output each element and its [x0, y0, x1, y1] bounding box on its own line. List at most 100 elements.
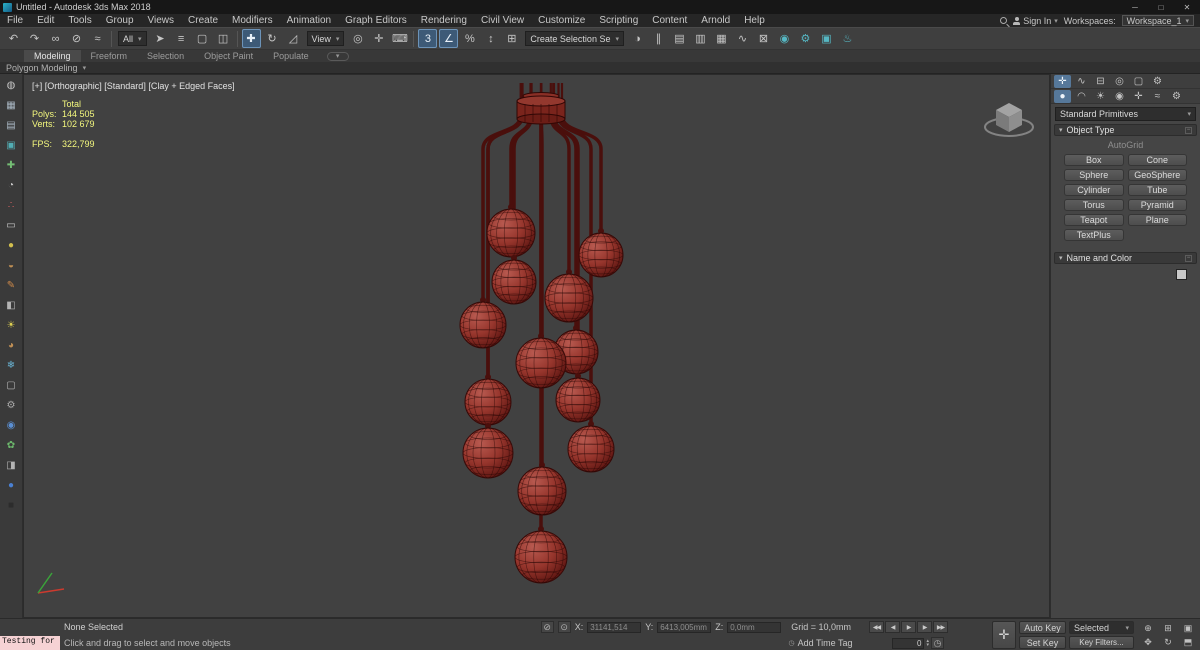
frame-icon[interactable]: ▢ — [3, 377, 20, 394]
ribbon-tab[interactable]: Populate — [263, 50, 319, 62]
menu-item[interactable]: Rendering — [414, 14, 474, 27]
sphere-button[interactable]: Sphere — [1064, 169, 1124, 181]
menu-item[interactable]: Civil View — [474, 14, 531, 27]
zoom-icon[interactable]: ⊕ — [1138, 621, 1158, 635]
snowflake-icon[interactable]: ❄ — [3, 357, 20, 374]
autogrid-checkbox[interactable]: AutoGrid — [1054, 136, 1197, 152]
layer-explorer-icon[interactable]: ▥ — [691, 29, 710, 48]
menu-item[interactable]: Create — [181, 14, 225, 27]
maxscript-mini-listener[interactable]: Testing for ; — [0, 636, 60, 650]
set-keys-button[interactable]: ✛ — [992, 621, 1016, 649]
menu-item[interactable]: Arnold — [694, 14, 737, 27]
key-filters-button[interactable]: Key Filters... — [1069, 636, 1134, 649]
material-editor-icon[interactable]: ◉ — [775, 29, 794, 48]
select-and-link-icon[interactable]: ∞ — [46, 29, 65, 48]
shapes-category[interactable]: ◠ — [1073, 90, 1090, 103]
object-color-swatch[interactable] — [1176, 269, 1187, 280]
go-to-end-icon[interactable]: ▶▶ — [933, 621, 948, 633]
yellow-sphere-icon[interactable]: ● — [3, 237, 20, 254]
key-filter-selected-dropdown[interactable]: Selected ▾ — [1069, 621, 1134, 634]
object-type-rollout[interactable]: ▾ Object Type − — [1054, 124, 1197, 136]
zoom-all-icon[interactable]: ⊞ — [1158, 621, 1178, 635]
menu-item[interactable]: Modifiers — [225, 14, 280, 27]
menu-item[interactable]: Help — [737, 14, 772, 27]
modify-tab[interactable]: ∿ — [1073, 75, 1090, 88]
x-coordinate-field[interactable]: 31141,514 — [587, 621, 642, 633]
zoom-extents-icon[interactable]: ▣ — [1178, 621, 1198, 635]
ribbon-tab[interactable]: Selection — [137, 50, 194, 62]
menu-item[interactable]: File — [0, 14, 30, 27]
menu-item[interactable]: Customize — [531, 14, 592, 27]
plane-button[interactable]: Plane — [1127, 214, 1187, 226]
select-and-rotate-icon[interactable]: ↻ — [263, 29, 282, 48]
previous-frame-icon[interactable]: ◀ — [885, 621, 900, 633]
select-tool-icon[interactable]: ◍ — [3, 77, 20, 94]
render-production-icon[interactable]: ♨ — [838, 29, 857, 48]
rollout-minimize-icon[interactable]: − — [1185, 254, 1192, 262]
search-icon[interactable] — [1000, 17, 1008, 24]
split-view-icon[interactable]: ◧ — [3, 297, 20, 314]
mirror-icon[interactable]: ◑ — [628, 29, 647, 48]
flower-icon[interactable]: ✿ — [3, 437, 20, 454]
unlink-selection-icon[interactable]: ⊘ — [67, 29, 86, 48]
torus-button[interactable]: Torus — [1064, 199, 1124, 211]
monitor-icon[interactable]: ▭ — [3, 217, 20, 234]
tube-button[interactable]: Tube — [1127, 184, 1187, 196]
viewport-canvas[interactable] — [24, 75, 1049, 617]
menu-item[interactable]: Animation — [280, 14, 338, 27]
menu-item[interactable]: Content — [645, 14, 694, 27]
image-icon[interactable]: ▣ — [3, 137, 20, 154]
percent-snap-icon[interactable]: % — [460, 29, 479, 48]
redo-icon[interactable]: ↷ — [25, 29, 44, 48]
select-and-scale-icon[interactable]: ◿ — [284, 29, 303, 48]
utilities-tab[interactable]: ⚙ — [1149, 75, 1166, 88]
selection-filter-dropdown[interactable]: All ▾ — [118, 31, 147, 46]
blue-sphere-icon[interactable]: ● — [3, 477, 20, 494]
auto-key-button[interactable]: Auto Key — [1019, 621, 1066, 634]
menu-item[interactable]: Edit — [30, 14, 61, 27]
select-by-name-icon[interactable]: ≡ — [172, 29, 191, 48]
cylinder-button[interactable]: Cylinder — [1064, 184, 1124, 196]
polygon-modeling-panel[interactable]: Polygon Modeling — [6, 63, 78, 73]
subcategory-dropdown[interactable]: Standard Primitives ▾ — [1055, 107, 1196, 121]
play-icon[interactable]: ▶ — [901, 621, 916, 633]
space-warps-category[interactable]: ≈ — [1149, 90, 1166, 103]
selection-lock-icon[interactable]: ⊙ — [557, 621, 571, 633]
time-configuration-icon[interactable]: ◷ — [931, 637, 944, 649]
select-and-manipulate-icon[interactable]: ✛ — [369, 29, 388, 48]
orbit-icon[interactable]: ↻ — [1158, 635, 1178, 649]
curve-editor-icon[interactable]: ∿ — [733, 29, 752, 48]
keyboard-override-icon[interactable]: ⌨ — [390, 29, 409, 48]
particles-icon[interactable]: ∴ — [3, 197, 20, 214]
bind-to-space-warp-icon[interactable]: ≈ — [88, 29, 107, 48]
box-button[interactable]: Box — [1064, 154, 1124, 166]
viewport-label[interactable]: [+] [Orthographic] [Standard] [Clay + Ed… — [32, 81, 235, 91]
select-and-move-icon[interactable]: ✚ — [241, 29, 261, 48]
workspace-dropdown[interactable]: Workspace_1 ▾ — [1121, 15, 1194, 26]
add-object-icon[interactable]: ✚ — [3, 157, 20, 174]
current-frame-field[interactable]: 0 — [892, 637, 925, 649]
undo-icon[interactable]: ↶ — [4, 29, 23, 48]
motion-tab[interactable]: ◎ — [1111, 75, 1128, 88]
close-button[interactable]: ✕ — [1174, 0, 1200, 14]
use-pivot-point-icon[interactable]: ◎ — [348, 29, 367, 48]
scene-explorer-icon[interactable]: ▤ — [670, 29, 689, 48]
rollout-minimize-icon[interactable]: − — [1185, 126, 1192, 134]
menu-item[interactable]: Views — [141, 14, 182, 27]
drop-icon[interactable]: ◉ — [3, 417, 20, 434]
menu-item[interactable]: Graph Editors — [338, 14, 414, 27]
create-tab[interactable]: ✛ — [1054, 74, 1071, 88]
explorer-icon[interactable]: ▤ — [3, 117, 20, 134]
frame-spinner[interactable]: ▴ ▾ — [926, 639, 929, 648]
layout-grid-icon[interactable]: ▦ — [3, 97, 20, 114]
paint-icon[interactable]: ✎ — [3, 277, 20, 294]
sun-icon[interactable]: ☀ — [3, 317, 20, 334]
select-object-icon[interactable]: ➤ — [151, 29, 170, 48]
menu-item[interactable]: Tools — [61, 14, 98, 27]
ribbon-config-button[interactable]: ▾ — [326, 51, 349, 61]
textplus-button[interactable]: TextPlus — [1064, 229, 1124, 241]
create-selection-set-field[interactable]: Create Selection Se ▾ — [525, 31, 624, 46]
ribbon-toggle-icon[interactable]: ▦ — [712, 29, 731, 48]
cameras-category[interactable]: ◉ — [1111, 90, 1128, 103]
systems-category[interactable]: ⚙ — [1168, 90, 1185, 103]
